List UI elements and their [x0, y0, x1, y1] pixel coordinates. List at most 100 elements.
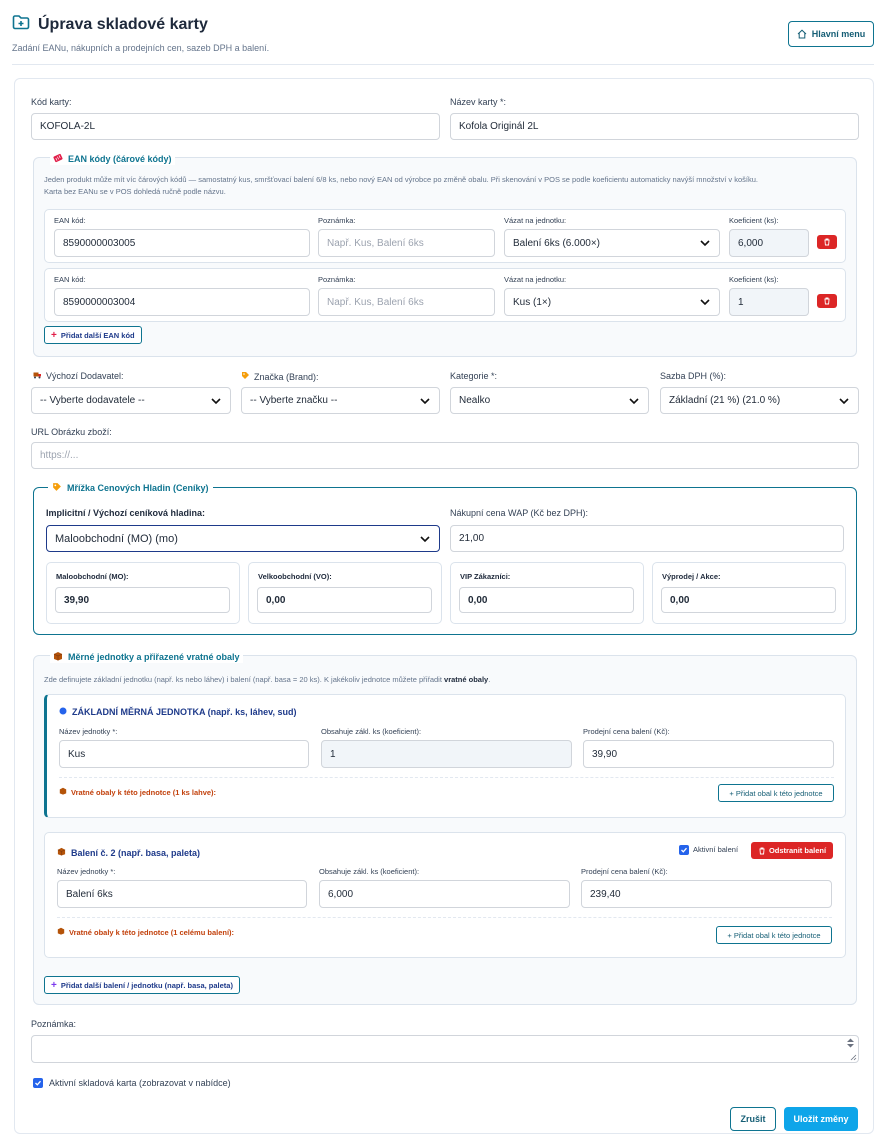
price-level-mo: Maloobchodní (MO): 39,90	[46, 562, 240, 624]
unit-name-input[interactable]: Balení 6ks	[57, 880, 307, 908]
delete-ean-button[interactable]	[817, 294, 837, 308]
package-packing-text: Vratné obaly k této jednotce (1 celému b…	[69, 927, 235, 937]
truck-icon	[33, 371, 42, 381]
base-packing-text: Vratné obaly k této jednotce (1 ks lahve…	[71, 787, 217, 797]
package-active-checkbox[interactable]	[679, 845, 689, 855]
remove-package-button[interactable]: Odstranit balení	[751, 842, 833, 859]
unit-price-label: Prodejní cena balení (Kč):	[583, 727, 670, 736]
add-ean-button[interactable]: + Přidat další EAN kód	[44, 326, 142, 344]
price-level-input[interactable]: 0,00	[661, 587, 836, 613]
card-name-label: Název karty *:	[450, 97, 507, 107]
units-note-suffix: .	[488, 675, 491, 684]
ean-note-input[interactable]: Např. Kus, Balení 6ks	[318, 288, 495, 316]
cancel-button[interactable]: Zrušit	[730, 1107, 776, 1131]
pricing-section: Mřížka Cenových Hladin (Ceníky) Implicit…	[33, 482, 857, 635]
unit-name-label: Název jednotky *:	[57, 867, 116, 876]
add-packing-button[interactable]: + Přidat obal k této jednotce	[718, 784, 834, 802]
brand-select[interactable]: -- Vyberte značku --	[241, 387, 440, 414]
folder-plus-icon	[12, 14, 30, 35]
url-input[interactable]: https://...	[31, 442, 859, 469]
url-label: URL Obrázku zboží:	[31, 427, 112, 437]
ean-note-line2: Karta bez EANu se v POS dohledá ručně po…	[44, 187, 226, 196]
unit-name-input[interactable]: Kus	[59, 740, 309, 768]
spinner-icon	[847, 1038, 854, 1048]
package-title-text: Balení č. 2 (např. basa, paleta)	[71, 847, 201, 858]
ean-unit-select[interactable]: Kus (1×)	[504, 288, 720, 316]
vat-value: Základní (21 %) (21.0 %)	[669, 395, 781, 406]
box-icon	[59, 787, 67, 797]
chevron-down-icon	[700, 240, 710, 247]
card-code-label: Kód karty:	[31, 97, 72, 107]
ean-note-input[interactable]: Např. Kus, Balení 6ks	[318, 229, 495, 257]
base-packing-label: Vratné obaly k této jednotce (1 ks lahve…	[59, 787, 216, 797]
main-menu-label: Hlavní menu	[811, 29, 866, 39]
add-unit-label: Přidat další balení / jednotku (např. ba…	[60, 980, 233, 990]
package-title: Balení č. 2 (např. basa, paleta)	[57, 847, 200, 858]
vat-label: Sazba DPH (%):	[660, 371, 727, 381]
ean-coef-label: Koeficient (ks):	[729, 216, 779, 225]
home-icon	[797, 29, 807, 39]
ean-code-input[interactable]: 8590000003005	[54, 229, 310, 257]
ean-title-text: EAN kódy (čárové kódy)	[68, 154, 172, 164]
supplier-label: Výchozí Dodavatel:	[33, 371, 124, 381]
ean-coef-input[interactable]: 1	[729, 288, 809, 316]
page-title: Úprava skladové karty	[38, 15, 208, 33]
supplier-select[interactable]: -- Vyberte dodavatele --	[31, 387, 231, 414]
ean-code-input[interactable]: 8590000003004	[54, 288, 310, 316]
units-note-bold: vratné obaly	[444, 675, 489, 684]
delete-ean-button[interactable]	[817, 235, 837, 249]
page-header: Úprava skladové karty Zadání EANu, nákup…	[12, 14, 874, 53]
unit-contains-input[interactable]: 1	[321, 740, 572, 768]
plus-icon: +	[51, 329, 57, 341]
default-level-label: Implicitní / Výchozí ceníková hladina:	[46, 508, 206, 518]
unit-price-input[interactable]: 39,90	[583, 740, 834, 768]
unit-contains-input[interactable]: 6,000	[319, 880, 570, 908]
unit-price-input[interactable]: 239,40	[581, 880, 832, 908]
ean-coef-input[interactable]: 6,000	[729, 229, 809, 257]
price-level-input[interactable]: 39,90	[55, 587, 230, 613]
chevron-down-icon	[420, 535, 430, 542]
ean-note-label: Poznámka:	[318, 275, 356, 284]
category-value: Nealko	[459, 395, 491, 406]
base-unit-box: ZÁKLADNÍ MĚRNÁ JEDNOTKA (např. ks, láhev…	[44, 694, 846, 818]
supplier-value: -- Vyberte dodavatele --	[40, 395, 145, 406]
category-select[interactable]: Nealko	[450, 387, 649, 414]
ean-section-title: EAN kódy (čárové kódy)	[50, 153, 175, 165]
units-section-title: Měrné jednotky a přiřazené vratné obaly	[50, 651, 243, 663]
price-level-label: VIP Zákazníci:	[460, 572, 511, 581]
card-name-input[interactable]: Kofola Originál 2L	[450, 113, 859, 140]
brand-label: Značka (Brand):	[241, 371, 319, 382]
ean-code-label: EAN kód:	[54, 216, 86, 225]
page-subtitle: Zadání EANu, nákupních a prodejních cen,…	[12, 43, 270, 53]
units-section: Měrné jednotky a přiřazené vratné obaly …	[33, 651, 857, 1005]
unit-name-label: Název jednotky *:	[59, 727, 118, 736]
wap-label: Nákupní cena WAP (Kč bez DPH):	[450, 508, 589, 518]
base-unit-title: ZÁKLADNÍ MĚRNÁ JEDNOTKA (např. ks, láhev…	[59, 707, 297, 717]
ean-unit-select[interactable]: Balení 6ks (6.000×)	[504, 229, 720, 257]
units-note: Zde definujete základní jednotku (např. …	[44, 674, 490, 686]
active-card-label: Aktivní skladová karta (zobrazovat v nab…	[49, 1078, 231, 1088]
chevron-down-icon	[700, 299, 710, 306]
price-level-input[interactable]: 0,00	[257, 587, 432, 613]
units-note-prefix: Zde definujete základní jednotku (např. …	[44, 675, 445, 684]
save-button[interactable]: Uložit změny	[784, 1107, 858, 1131]
main-menu-button[interactable]: Hlavní menu	[788, 21, 874, 47]
price-level-input[interactable]: 0,00	[459, 587, 634, 613]
default-level-select[interactable]: Maloobchodní (MO) (mo)	[46, 525, 440, 552]
active-card-checkbox[interactable]	[33, 1078, 43, 1088]
chevron-down-icon	[211, 397, 221, 404]
add-unit-button[interactable]: + Přidat další balení / jednotku (např. …	[44, 976, 240, 994]
note-textarea[interactable]	[31, 1035, 859, 1063]
default-level-value: Maloobchodní (MO) (mo)	[55, 532, 178, 545]
box-icon	[53, 651, 63, 663]
package-unit-box: Balení č. 2 (např. basa, paleta) Aktivní…	[44, 832, 846, 958]
vat-select[interactable]: Základní (21 %) (21.0 %)	[660, 387, 859, 414]
wap-input[interactable]: 21,00	[450, 525, 844, 552]
card-code-input[interactable]: KOFOLA-2L	[31, 113, 440, 140]
barcode-icon	[53, 153, 63, 165]
circle-icon	[59, 707, 67, 717]
ean-code-label: EAN kód:	[54, 275, 86, 284]
resize-handle-icon[interactable]	[850, 1054, 857, 1061]
supplier-label-text: Výchozí Dodavatel:	[46, 371, 124, 381]
add-packing-button[interactable]: + Přidat obal k této jednotce	[716, 926, 832, 944]
